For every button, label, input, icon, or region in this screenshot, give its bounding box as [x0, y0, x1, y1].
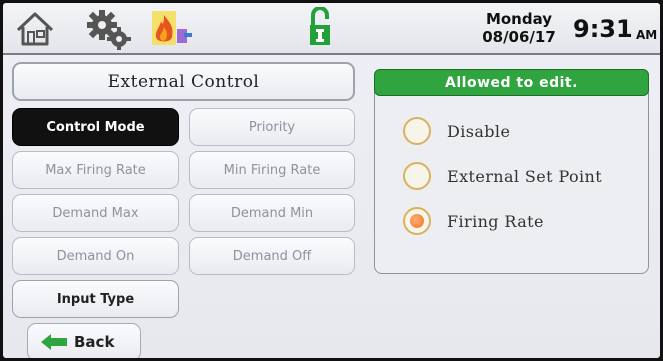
back-button[interactable]: Back	[27, 323, 141, 358]
min-firing-rate-button[interactable]: Min Firing Rate	[189, 151, 355, 189]
flame-icon	[150, 9, 198, 53]
back-label: Back	[74, 333, 115, 351]
control-mode-button[interactable]: Control Mode	[12, 108, 179, 146]
radio-button[interactable]	[403, 117, 431, 145]
priority-button[interactable]: Priority	[189, 108, 355, 146]
option-firing-rate[interactable]: Firing Rate	[403, 207, 544, 235]
unlock-icon	[309, 6, 331, 51]
back-arrow-icon	[41, 334, 67, 350]
option-label: Firing Rate	[447, 211, 544, 231]
ampm-label: AM	[636, 28, 658, 42]
option-label: External Set Point	[447, 166, 603, 186]
gears-icon[interactable]	[86, 9, 134, 55]
options-panel: Allowed to edit. Disable External Set Po…	[374, 69, 649, 274]
time-label: 9:31	[573, 15, 633, 43]
home-icon[interactable]	[15, 10, 55, 52]
option-external-set-point[interactable]: External Set Point	[403, 162, 602, 190]
demand-off-button[interactable]: Demand Off	[189, 237, 355, 275]
edit-status-banner: Allowed to edit.	[374, 69, 649, 96]
demand-min-button[interactable]: Demand Min	[189, 194, 355, 232]
option-disable[interactable]: Disable	[403, 117, 510, 145]
radio-button[interactable]	[403, 162, 431, 190]
demand-max-button[interactable]: Demand Max	[12, 194, 179, 232]
top-bar: Monday 08/06/17 9:31 AM	[3, 3, 660, 55]
day-label: Monday	[485, 10, 553, 28]
radio-button-selected[interactable]	[403, 207, 431, 235]
date-label: 08/06/17	[482, 28, 556, 46]
max-firing-rate-button[interactable]: Max Firing Rate	[12, 151, 179, 189]
demand-on-button[interactable]: Demand On	[12, 237, 179, 275]
option-label: Disable	[447, 121, 511, 141]
page-title: External Control	[12, 62, 355, 101]
input-type-button[interactable]: Input Type	[12, 280, 179, 318]
screen: Monday 08/06/17 9:31 AM External Control…	[3, 3, 660, 358]
